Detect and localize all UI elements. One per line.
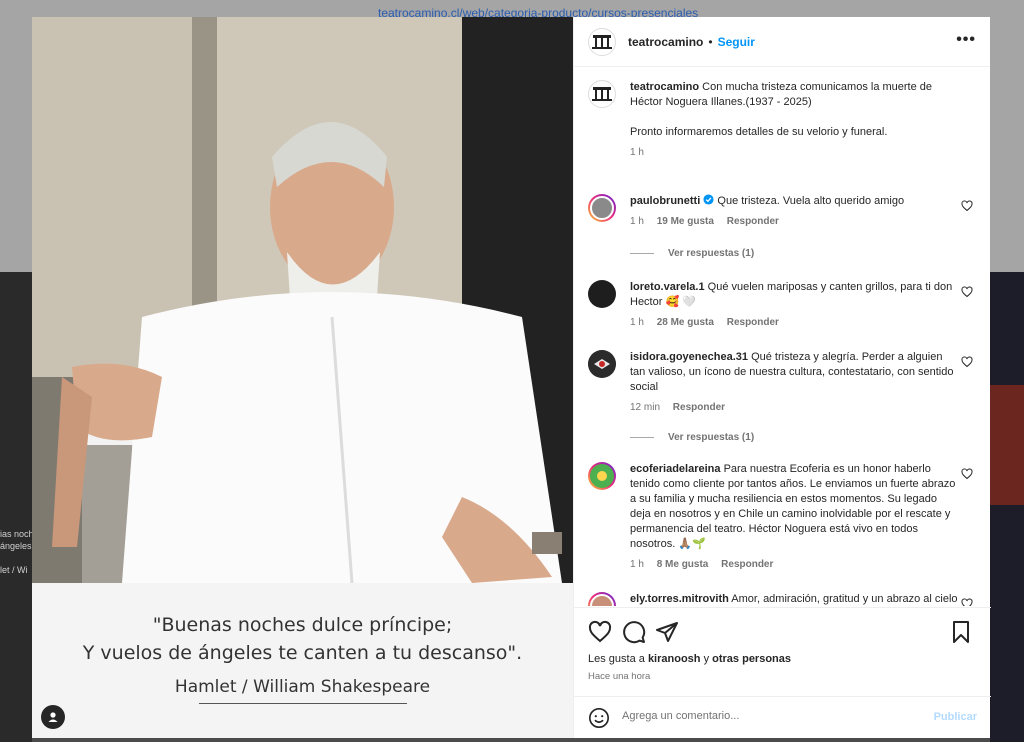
comment-bubble-icon[interactable] xyxy=(622,620,646,644)
post-modal: "Buenas noches dulce príncipe; Y vuelos … xyxy=(32,17,991,738)
action-bar xyxy=(588,620,973,644)
publish-button[interactable]: Publicar xyxy=(934,711,977,723)
comment-text: Para nuestra Ecoferia es un honor haberl… xyxy=(630,463,956,550)
caption-username[interactable]: teatrocamino xyxy=(630,81,699,93)
comment-text: Que tristeza. Vuela alto querido amigo xyxy=(717,195,905,207)
comment-input[interactable] xyxy=(622,710,922,722)
post-header: teatrocamino • Seguir ••• xyxy=(574,17,990,67)
view-replies-label[interactable]: Ver respuestas (1) xyxy=(668,248,754,259)
attribution-underline xyxy=(199,703,407,704)
post-media[interactable]: "Buenas noches dulce príncipe; Y vuelos … xyxy=(32,17,573,738)
comment-avatar[interactable] xyxy=(588,194,616,222)
replies-line xyxy=(630,437,654,438)
comment-item: paulobrunetti Que tristeza. Vuela alto q… xyxy=(588,194,983,234)
comment-body: loreto.varela.1 Qué vuelen mariposas y c… xyxy=(630,280,960,330)
comment-item: ely.torres.mitrovith Amor, admiración, g… xyxy=(588,592,983,606)
caption-time[interactable]: 1 h xyxy=(630,147,644,158)
view-replies-button[interactable]: Ver respuestas (1) xyxy=(630,432,754,443)
emoji-icon[interactable] xyxy=(588,707,610,729)
background-right-accent xyxy=(990,385,1024,505)
replies-line xyxy=(630,253,654,254)
more-options-icon[interactable]: ••• xyxy=(956,31,976,49)
post-side-panel: teatrocamino • Seguir ••• teatrocamino C… xyxy=(573,17,991,738)
quote-line-1: "Buenas noches dulce príncipe; xyxy=(152,614,453,636)
add-comment-bar: Publicar xyxy=(574,696,991,738)
comment-item: loreto.varela.1 Qué vuelen mariposas y c… xyxy=(588,280,983,335)
reply-button[interactable]: Responder xyxy=(727,216,779,227)
caption-avatar[interactable] xyxy=(588,80,616,108)
caption-body: teatrocamino Con mucha tristeza comunica… xyxy=(630,80,960,160)
header-username[interactable]: teatrocamino xyxy=(628,35,703,49)
comment-body: isidora.goyenechea.31 Qué tristeza y ale… xyxy=(630,350,960,415)
verified-badge-icon xyxy=(703,194,714,207)
comment-avatar[interactable] xyxy=(588,462,616,490)
comment-avatar[interactable] xyxy=(588,280,616,308)
tagged-users-icon[interactable] xyxy=(41,705,65,729)
comment-time[interactable]: 12 min xyxy=(630,402,660,413)
view-replies-button[interactable]: Ver respuestas (1) xyxy=(630,248,754,259)
comment-avatar[interactable] xyxy=(588,350,616,378)
background-left-panel xyxy=(0,272,32,742)
like-heart-icon[interactable] xyxy=(961,286,973,298)
quote-text: "Buenas noches dulce príncipe; Y vuelos … xyxy=(32,611,573,667)
reply-button[interactable]: Responder xyxy=(727,317,779,328)
comment-item: isidora.goyenechea.31 Qué tristeza y ale… xyxy=(588,350,983,420)
caption-text-2: Héctor Noguera Illanes.(1937 - 2025) xyxy=(630,96,812,108)
quote-panel: "Buenas noches dulce príncipe; Y vuelos … xyxy=(32,583,573,738)
likes-summary[interactable]: Les gusta a kiranoosh y otras personas xyxy=(588,653,791,665)
caption: teatrocamino Con mucha tristeza comunica… xyxy=(588,80,983,170)
reply-button[interactable]: Responder xyxy=(673,402,725,413)
comment-meta: 1 h 28 Me gusta Responder xyxy=(630,315,960,330)
comment-body: ely.torres.mitrovith Amor, admiración, g… xyxy=(630,592,960,606)
comment-body: ecoferiadelareina Para nuestra Ecoferia … xyxy=(630,462,960,572)
comment-likes[interactable]: 8 Me gusta xyxy=(657,559,709,570)
comment-time[interactable]: 1 h xyxy=(630,559,644,570)
caption-text-1: Con mucha tristeza comunicamos la muerte… xyxy=(702,81,933,93)
comment-body: paulobrunetti Que tristeza. Vuela alto q… xyxy=(630,194,960,229)
background-left-text: ias noch ángeles let / Wi xyxy=(0,529,32,575)
like-heart-icon[interactable] xyxy=(961,200,973,212)
view-replies-label[interactable]: Ver respuestas (1) xyxy=(668,432,754,443)
post-time-ago[interactable]: Hace una hora xyxy=(588,671,650,682)
caption-meta: 1 h xyxy=(630,145,960,160)
caption-text-3: Pronto informaremos detalles de su velor… xyxy=(630,126,888,138)
reply-button[interactable]: Responder xyxy=(721,559,773,570)
quote-attribution: Hamlet / William Shakespeare xyxy=(174,677,431,697)
like-heart-icon[interactable] xyxy=(961,598,973,606)
comment-time[interactable]: 1 h xyxy=(630,216,644,227)
like-heart-icon[interactable] xyxy=(961,356,973,368)
likes-others[interactable]: otras personas xyxy=(712,653,791,665)
comment-time[interactable]: 1 h xyxy=(630,317,644,328)
like-heart-icon[interactable] xyxy=(588,620,612,644)
account-avatar[interactable] xyxy=(588,27,616,56)
share-paper-plane-icon[interactable] xyxy=(655,620,679,644)
follow-button[interactable]: Seguir xyxy=(718,35,755,49)
comment-meta: 1 h 8 Me gusta Responder xyxy=(630,557,960,572)
likes-prefix: Les gusta a xyxy=(588,653,645,665)
comment-meta: 1 h 19 Me gusta Responder xyxy=(630,214,960,229)
portrait-photo xyxy=(32,17,573,583)
comment-avatar[interactable] xyxy=(588,592,616,606)
comment-item: ecoferiadelareina Para nuestra Ecoferia … xyxy=(588,462,983,577)
likes-mid: y xyxy=(703,653,710,665)
likes-user[interactable]: kiranoosh xyxy=(648,653,701,665)
comment-likes[interactable]: 28 Me gusta xyxy=(657,317,714,328)
comments-list[interactable]: teatrocamino Con mucha tristeza comunica… xyxy=(574,68,991,606)
comment-username[interactable]: loreto.varela.1 xyxy=(630,281,705,293)
comment-meta: 12 min Responder xyxy=(630,400,960,415)
header-separator: • xyxy=(708,34,713,49)
quote-line-2: Y vuelos de ángeles te canten a tu desca… xyxy=(82,642,523,664)
comment-likes[interactable]: 19 Me gusta xyxy=(657,216,714,227)
background-right-panel xyxy=(990,272,1024,742)
comment-username[interactable]: ely.torres.mitrovith xyxy=(630,593,729,605)
comment-username[interactable]: ecoferiadelareina xyxy=(630,463,721,475)
comment-username[interactable]: isidora.goyenechea.31 xyxy=(630,351,748,363)
like-heart-icon[interactable] xyxy=(961,468,973,480)
save-bookmark-icon[interactable] xyxy=(949,620,973,644)
comment-username[interactable]: paulobrunetti xyxy=(630,195,700,207)
